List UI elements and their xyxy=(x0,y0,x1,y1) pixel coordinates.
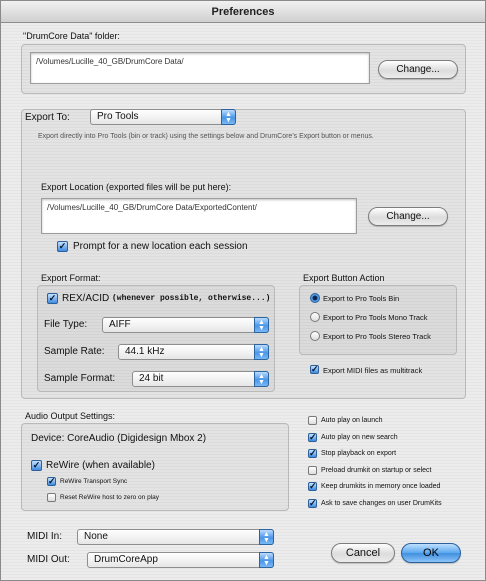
export-description: Export directly into Pro Tools (bin or t… xyxy=(38,133,374,140)
file-type-value: AIFF xyxy=(109,319,131,330)
data-folder-label: "DrumCore Data" folder: xyxy=(23,31,120,41)
select-arrows-icon: ▲ ▼ xyxy=(254,344,269,360)
select-arrows-icon: ▲ ▼ xyxy=(254,317,269,333)
transport-sync-checkbox[interactable]: ✓ xyxy=(47,477,56,486)
keep-drumkits-label: Keep drumkits in memory once loaded xyxy=(321,483,441,490)
data-folder-path: /Volumes/Lucille_40_GB/DrumCore Data/ xyxy=(30,52,370,84)
button-action-label: Export Button Action xyxy=(303,273,385,283)
auto-play-search-label: Auto play on new search xyxy=(321,434,398,441)
radio-export-mono-label: Export to Pro Tools Mono Track xyxy=(323,313,428,322)
export-location-change-button[interactable]: Change... xyxy=(368,207,448,226)
reset-host-label: Reset ReWire host to zero on play xyxy=(60,494,159,501)
sample-format-value: 24 bit xyxy=(139,373,164,384)
audio-device-label: Device: CoreAudio (Digidesign Mbox 2) xyxy=(31,433,207,444)
export-location-label: Export Location (exported files will be … xyxy=(41,182,232,192)
auto-play-launch-checkbox[interactable] xyxy=(308,416,317,425)
data-folder-change-button[interactable]: Change... xyxy=(378,60,458,79)
sample-format-select[interactable]: 24 bit ▲ ▼ xyxy=(132,371,269,387)
transport-sync-label: ReWire Transport Sync xyxy=(60,478,128,485)
export-to-value: Pro Tools xyxy=(97,111,139,122)
sample-rate-value: 44.1 kHz xyxy=(125,346,165,357)
select-arrows-icon: ▲ ▼ xyxy=(259,529,274,545)
export-to-label: Export To: xyxy=(25,112,70,123)
ask-save-checkbox[interactable]: ✓ xyxy=(308,499,317,508)
sample-rate-select[interactable]: 44.1 kHz ▲ ▼ xyxy=(118,344,269,360)
auto-play-search-checkbox[interactable]: ✓ xyxy=(308,433,317,442)
stop-playback-checkbox[interactable]: ✓ xyxy=(308,449,317,458)
select-arrows-icon: ▲ ▼ xyxy=(221,109,236,125)
cancel-button[interactable]: Cancel xyxy=(331,543,395,563)
ok-button[interactable]: OK xyxy=(401,543,461,563)
ask-save-label: Ask to save changes on user DrumKits xyxy=(321,500,442,507)
prompt-location-checkbox[interactable]: ✓ xyxy=(57,241,68,252)
midi-out-label: MIDI Out: xyxy=(27,554,70,565)
radio-export-bin-label: Export to Pro Tools Bin xyxy=(323,294,400,303)
rex-acid-label: REX/ACID xyxy=(62,293,110,304)
select-arrows-icon: ▲ ▼ xyxy=(259,552,274,568)
radio-export-mono[interactable] xyxy=(310,312,320,322)
midi-multitrack-checkbox[interactable]: ✓ xyxy=(310,365,319,374)
midi-out-select[interactable]: DrumCoreApp ▲ ▼ xyxy=(87,552,274,568)
rex-acid-checkbox[interactable]: ✓ xyxy=(47,293,58,304)
reset-host-checkbox[interactable] xyxy=(47,493,56,502)
sample-format-label: Sample Format: xyxy=(44,373,116,384)
file-type-select[interactable]: AIFF ▲ ▼ xyxy=(102,317,269,333)
keep-drumkits-checkbox[interactable]: ✓ xyxy=(308,482,317,491)
audio-output-label: Audio Output Settings: xyxy=(25,411,116,421)
window-title: Preferences xyxy=(1,1,485,23)
preload-drumkit-checkbox[interactable] xyxy=(308,466,317,475)
midi-in-label: MIDI In: xyxy=(27,531,63,542)
export-location-path: /Volumes/Lucille_40_GB/DrumCore Data/Exp… xyxy=(41,198,357,234)
prompt-location-label: Prompt for a new location each session xyxy=(73,241,248,252)
radio-export-stereo[interactable] xyxy=(310,331,320,341)
midi-multitrack-label: Export MIDI files as multitrack xyxy=(323,366,423,375)
stop-playback-label: Stop playback on export xyxy=(321,450,397,457)
export-to-select[interactable]: Pro Tools ▲ ▼ xyxy=(90,109,236,125)
preload-drumkit-label: Preload drumkit on startup or select xyxy=(321,467,432,474)
radio-export-bin[interactable] xyxy=(310,293,320,303)
sample-rate-label: Sample Rate: xyxy=(44,346,105,357)
midi-in-select[interactable]: None ▲ ▼ xyxy=(77,529,274,545)
rewire-label: ReWire (when available) xyxy=(46,460,155,471)
rex-acid-note: (whenever possible, otherwise...) xyxy=(112,294,271,303)
radio-export-stereo-label: Export to Pro Tools Stereo Track xyxy=(323,332,431,341)
midi-in-value: None xyxy=(84,531,108,542)
file-type-label: File Type: xyxy=(44,319,88,330)
auto-play-launch-label: Auto play on launch xyxy=(321,417,383,424)
export-format-label: Export Format: xyxy=(41,273,101,283)
select-arrows-icon: ▲ ▼ xyxy=(254,371,269,387)
midi-out-value: DrumCoreApp xyxy=(94,554,158,565)
rewire-checkbox[interactable]: ✓ xyxy=(31,460,42,471)
